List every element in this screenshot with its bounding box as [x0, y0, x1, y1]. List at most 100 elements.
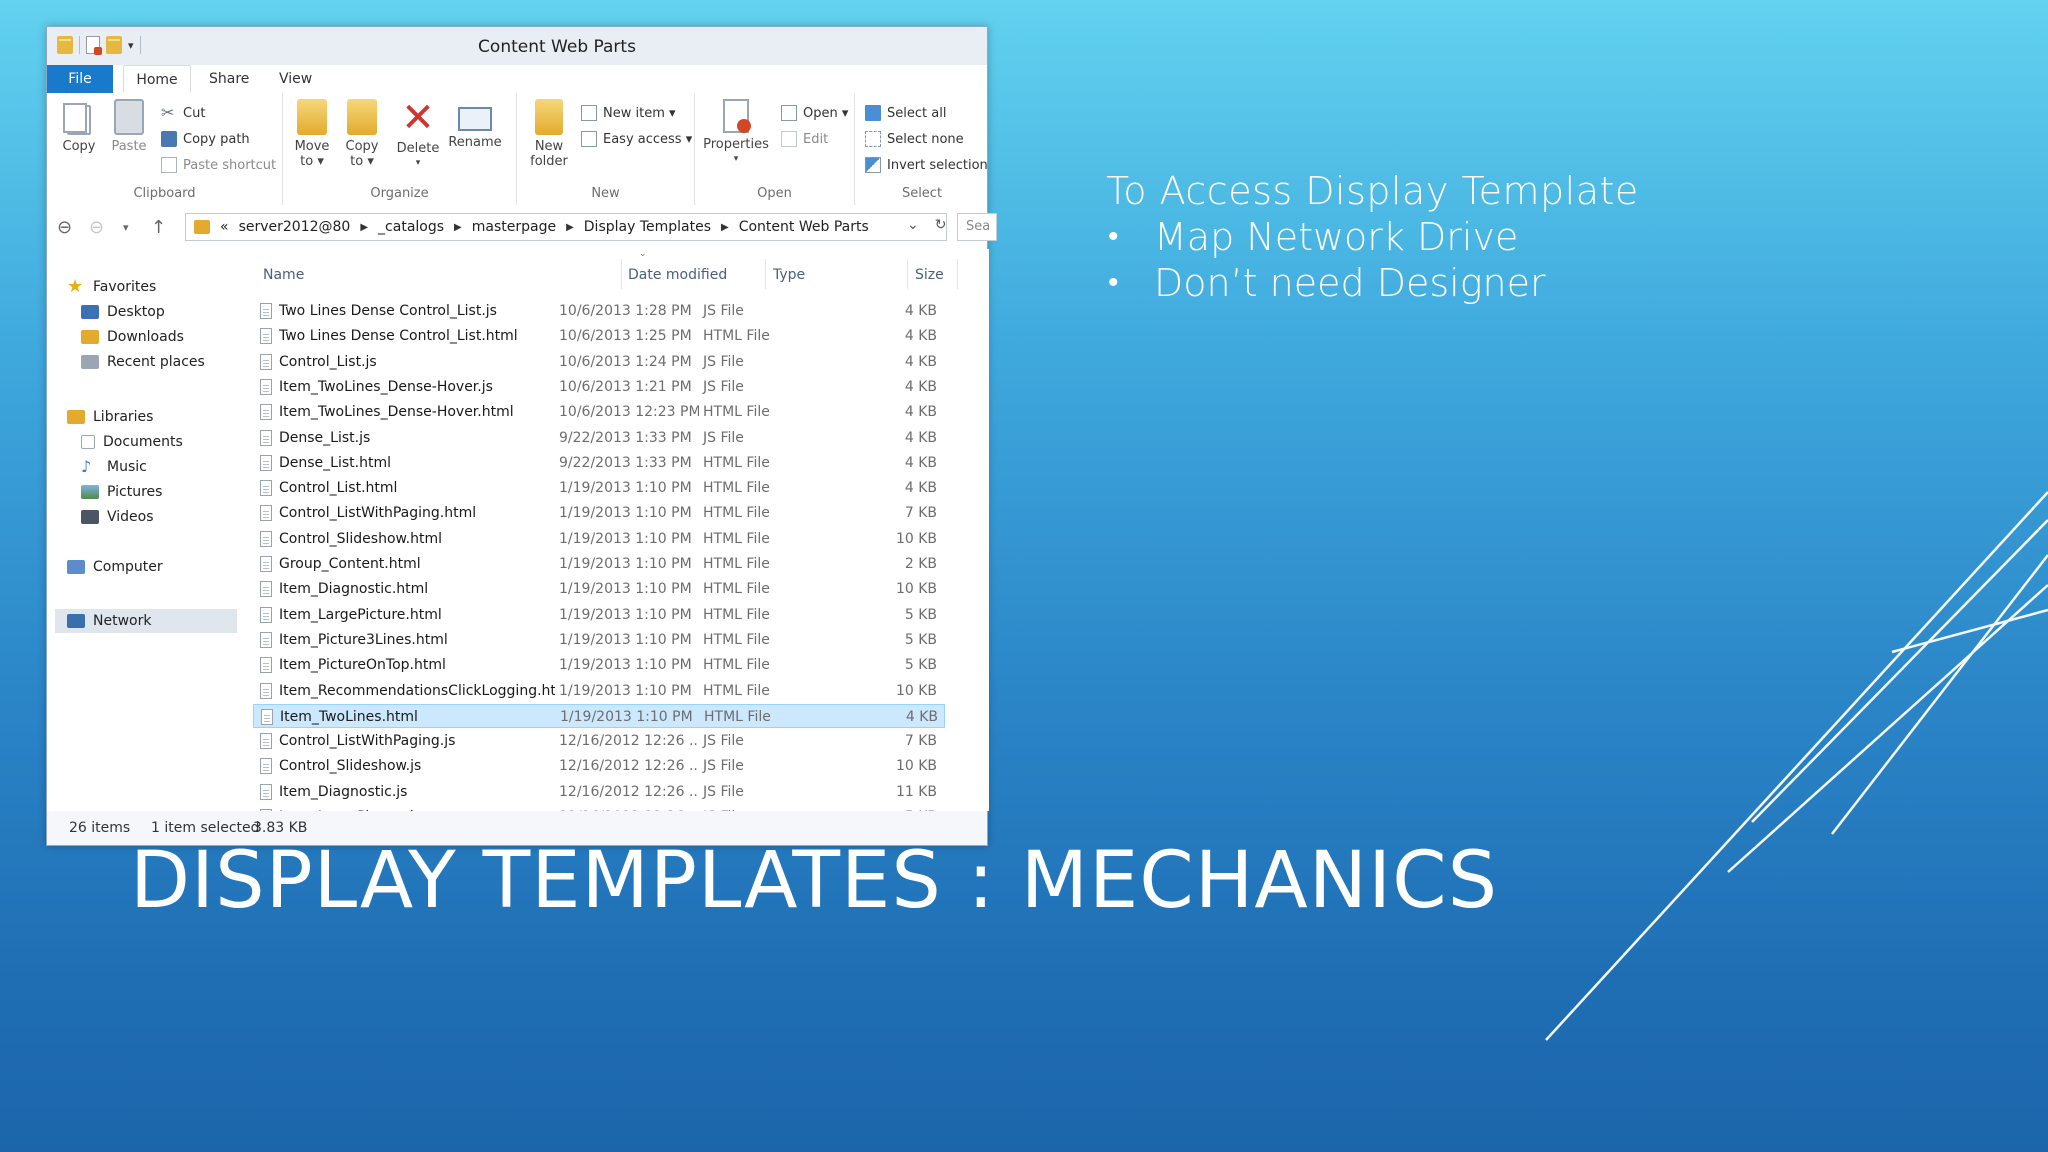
nav-desktop[interactable]: Desktop — [81, 304, 165, 320]
table-row[interactable]: Control_List.js 10/6/2013 1:24 PM JS File 4… — [253, 350, 945, 374]
tab-file[interactable]: File — [47, 65, 113, 93]
address-dropdown-icon[interactable]: ⌄ — [907, 217, 919, 233]
file-icon — [260, 378, 272, 395]
nav-videos-label: Videos — [107, 509, 154, 525]
copy-path-button[interactable]: Copy path — [161, 131, 250, 147]
table-row[interactable]: Item_RecommendationsClickLogging.ht... 1/… — [253, 679, 945, 703]
nav-recent-places[interactable]: Recent places — [81, 354, 205, 370]
nav-network[interactable]: Network — [55, 609, 237, 633]
new-group: New folder New item ▾ Easy access ▾ New — [517, 93, 695, 205]
file-type: JS File — [703, 303, 744, 319]
column-header-name[interactable]: Name — [263, 261, 304, 289]
ribbon: Copy Paste ✂ Cut Copy path Paste shortcu… — [47, 93, 988, 206]
computer-icon — [67, 560, 85, 574]
table-row[interactable]: Item_TwoLines.html 1/19/2013 1:10 PM HTML … — [253, 703, 945, 728]
address-bar[interactable]: « server2012@80 ▶ _catalogs ▶ masterpage… — [185, 213, 947, 241]
breadcrumb-content-web-parts[interactable]: Content Web Parts — [739, 219, 869, 235]
delete-button[interactable]: ✕ Delete ▾ — [393, 98, 443, 171]
column-header-date[interactable]: Date modified — [628, 261, 727, 289]
nav-videos[interactable]: Videos — [81, 509, 154, 525]
rename-button[interactable]: Rename — [447, 99, 503, 150]
refresh-icon[interactable]: ↻ — [935, 217, 947, 233]
table-row[interactable]: Item_TwoLines_Dense-Hover.html 10/6/2013 … — [253, 400, 945, 424]
breadcrumb-catalogs[interactable]: _catalogs — [378, 219, 444, 235]
chevron-right-icon[interactable]: ▶ — [360, 222, 368, 233]
nav-pictures[interactable]: Pictures — [81, 484, 162, 500]
select-all-button[interactable]: Select all — [865, 105, 946, 121]
table-row[interactable]: Control_ListWithPaging.html 1/19/2013 1:1… — [253, 501, 945, 525]
delete-label: Delete — [396, 141, 440, 156]
nav-libraries[interactable]: Libraries — [67, 409, 153, 425]
nav-favorites[interactable]: ★ Favorites — [67, 278, 156, 296]
tab-view[interactable]: View — [279, 65, 312, 93]
file-icon — [260, 556, 272, 572]
table-row[interactable]: Item_TwoLines_Dense-Hover.js 10/6/2013 1:… — [253, 375, 945, 399]
copy-to-label: Copy to ▾ — [345, 139, 379, 169]
breadcrumb-masterpage[interactable]: masterpage — [472, 219, 556, 235]
table-row[interactable]: Control_Slideshow.js 12/16/2012 12:26 ...… — [253, 754, 945, 778]
cut-button[interactable]: ✂ Cut — [161, 105, 205, 121]
copy-label: Copy — [62, 139, 96, 154]
invert-selection-button[interactable]: Invert selection — [865, 157, 988, 173]
address-overflow[interactable]: « — [220, 219, 229, 235]
chevron-right-icon[interactable]: ▶ — [721, 222, 729, 233]
table-row[interactable]: Item_PictureOnTop.html 1/19/2013 1:10 PM H… — [253, 653, 945, 677]
easy-access-button[interactable]: Easy access ▾ — [581, 131, 692, 147]
table-row[interactable]: Item_Diagnostic.html 1/19/2013 1:10 PM HTM… — [253, 577, 945, 601]
back-arrow-icon[interactable]: ⊖ — [57, 217, 72, 238]
edit-button[interactable]: Edit — [781, 131, 828, 147]
nav-documents[interactable]: Documents — [81, 434, 183, 450]
paste-button[interactable]: Paste — [109, 99, 149, 154]
column-header-type[interactable]: Type — [773, 261, 805, 289]
file-date: 12/16/2012 12:26 ... — [559, 733, 699, 750]
table-row[interactable]: Two Lines Dense Control_List.html 10/6/20… — [253, 324, 945, 348]
nav-downloads[interactable]: Downloads — [81, 329, 184, 345]
libraries-icon — [67, 410, 85, 424]
column-divider[interactable] — [621, 259, 622, 289]
recent-locations-dropdown-icon[interactable]: ▾ — [123, 221, 129, 234]
select-none-button[interactable]: Select none — [865, 131, 964, 147]
properties-button[interactable]: Properties ▾ — [699, 99, 773, 167]
move-to-button[interactable]: Move to ▾ — [289, 99, 335, 169]
open-button[interactable]: Open ▾ — [781, 105, 848, 121]
breadcrumb-display-templates[interactable]: Display Templates — [584, 219, 711, 235]
copy-to-button[interactable]: Copy to ▾ — [339, 99, 385, 169]
column-header-size[interactable]: Size — [915, 261, 944, 289]
table-row[interactable]: Dense_List.html 9/22/2013 1:33 PM HTML Fil… — [253, 451, 945, 475]
column-divider[interactable] — [957, 259, 958, 289]
up-arrow-icon[interactable]: ↑ — [151, 217, 166, 238]
tab-home[interactable]: Home — [123, 65, 191, 93]
table-row[interactable]: Group_Content.html 1/19/2013 1:10 PM HTML … — [253, 552, 945, 576]
search-input[interactable]: Sea — [957, 213, 997, 241]
file-size: 5 KB — [904, 631, 937, 648]
open-icon — [781, 105, 797, 121]
copy-icon — [63, 103, 91, 135]
paste-shortcut-button[interactable]: Paste shortcut — [161, 157, 276, 173]
column-divider[interactable] — [765, 259, 766, 289]
new-item-button[interactable]: New item ▾ — [581, 105, 676, 121]
forward-arrow-icon[interactable]: ⊖ — [89, 217, 104, 238]
chevron-right-icon[interactable]: ▶ — [566, 222, 574, 233]
table-row[interactable]: Item_LargePicture.html 1/19/2013 1:10 PM H… — [253, 603, 945, 627]
file-date: 1/19/2013 1:10 PM — [559, 631, 692, 648]
column-divider[interactable] — [907, 259, 908, 289]
table-row[interactable]: Item_Picture3Lines.html 1/19/2013 1:10 PM… — [253, 628, 945, 652]
file-date: 9/22/2013 1:33 PM — [559, 429, 692, 446]
breadcrumb-server[interactable]: server2012@80 — [239, 219, 351, 235]
tab-share[interactable]: Share — [209, 65, 249, 93]
table-row[interactable]: Control_ListWithPaging.js 12/16/2012 12:2… — [253, 729, 945, 753]
nav-downloads-label: Downloads — [107, 329, 184, 345]
new-folder-button[interactable]: New folder — [525, 99, 573, 169]
table-row[interactable]: Dense_List.js 9/22/2013 1:33 PM JS File 4 K… — [253, 426, 945, 450]
nav-music[interactable]: ♪ Music — [81, 459, 147, 476]
table-row[interactable]: Two Lines Dense Control_List.js 10/6/2013… — [253, 299, 945, 323]
table-row[interactable]: Control_Slideshow.html 1/19/2013 1:10 PM H… — [253, 527, 945, 551]
file-type: HTML File — [703, 530, 770, 547]
copy-button[interactable]: Copy — [59, 99, 99, 154]
nav-computer[interactable]: Computer — [67, 559, 163, 575]
table-row[interactable]: Control_List.html 1/19/2013 1:10 PM HTML F… — [253, 476, 945, 500]
chevron-right-icon[interactable]: ▶ — [454, 222, 462, 233]
address-bar-row: ⊖ ⊖ ▾ ↑ « server2012@80 ▶ _catalogs ▶ ma… — [47, 205, 997, 250]
table-row[interactable]: Item_Diagnostic.js 12/16/2012 12:26 ... JS… — [253, 780, 945, 804]
file-type: HTML File — [703, 480, 770, 497]
